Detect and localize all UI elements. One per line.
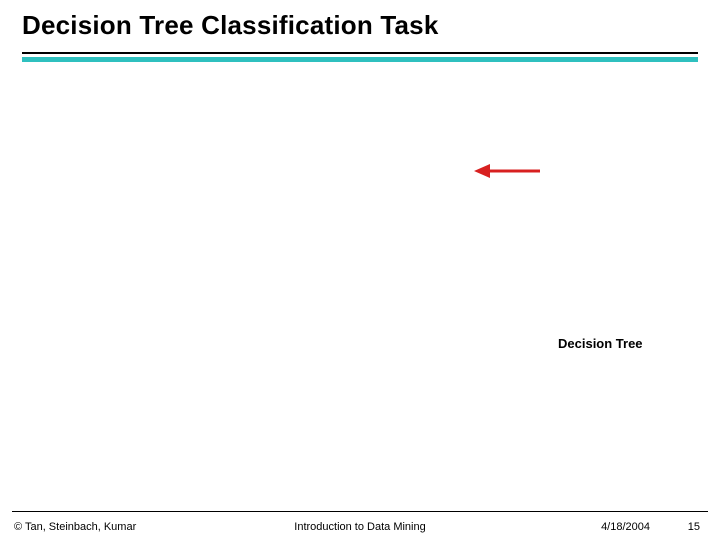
footer-page-number: 15 — [688, 521, 700, 533]
slide-title: Decision Tree Classification Task — [22, 10, 439, 41]
footer: © Tan, Steinbach, Kumar Introduction to … — [0, 515, 720, 535]
slide: Decision Tree Classification Task Decisi… — [0, 0, 720, 540]
rule-teal — [22, 57, 698, 62]
decision-tree-caption: Decision Tree — [558, 336, 658, 352]
rule-black — [22, 52, 698, 54]
footer-date: 4/18/2004 — [601, 521, 650, 533]
arrow-left-icon — [472, 160, 542, 182]
title-underline — [22, 52, 698, 62]
footer-divider — [12, 511, 708, 512]
